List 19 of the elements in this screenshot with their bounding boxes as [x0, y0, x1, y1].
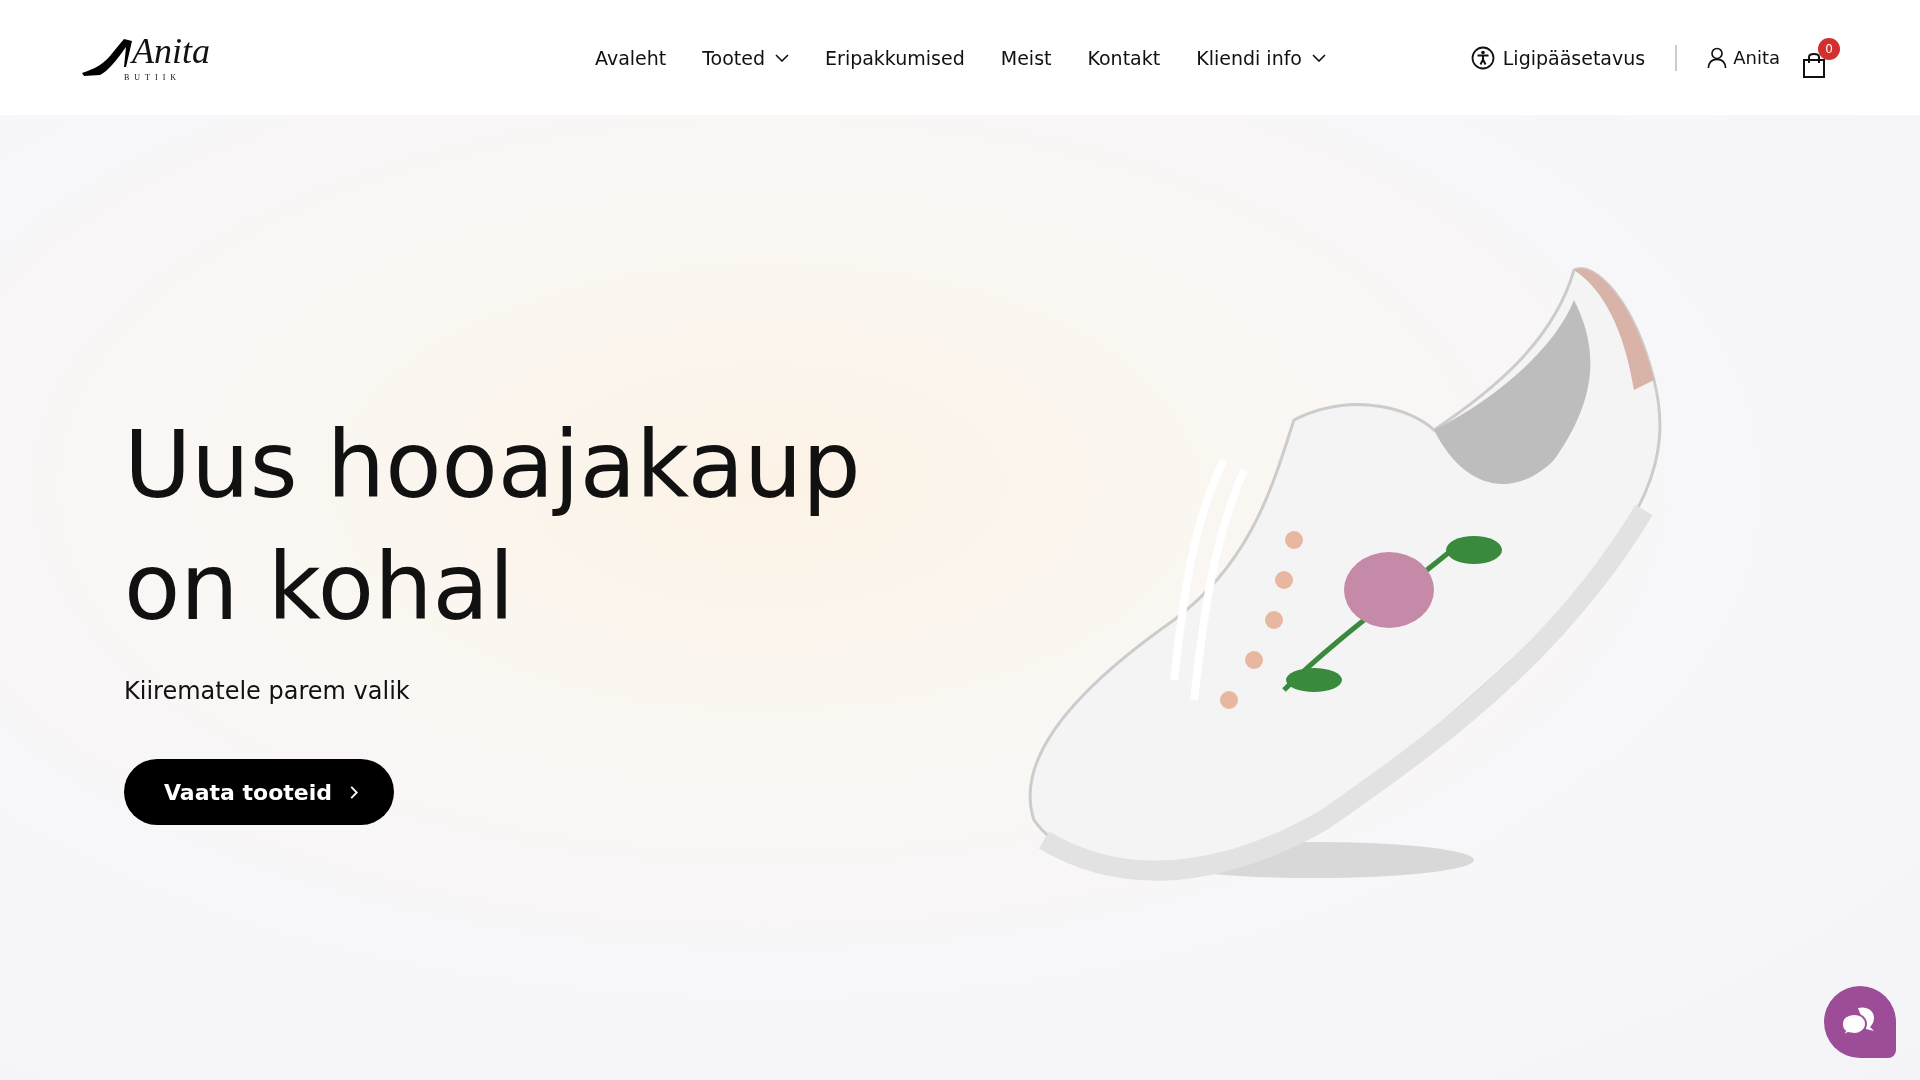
- nav-link[interactable]: Tooted: [702, 46, 790, 69]
- shopping-bag-icon: [1802, 51, 1826, 78]
- chevron-right-icon: [350, 785, 358, 799]
- cart-count-badge: 0: [1818, 37, 1840, 60]
- nav-link[interactable]: Kontakt: [1087, 46, 1161, 69]
- nav-link[interactable]: Eripakkumised: [825, 46, 965, 69]
- nav-link[interactable]: Kliendi info: [1196, 46, 1326, 69]
- accessibility-icon: [1470, 45, 1495, 70]
- accessibility-link[interactable]: Ligipääsetavus: [1470, 45, 1646, 70]
- account-link[interactable]: Anita: [1707, 46, 1780, 69]
- hero-heading: on kohal: [124, 533, 515, 643]
- nav-link[interactable]: Avaleht: [595, 46, 667, 69]
- view-products-button[interactable]: Vaata tooteid: [124, 759, 394, 825]
- user-icon: [1707, 46, 1728, 69]
- hero-subtitle: Kiirematele parem valik: [124, 677, 411, 705]
- nav-link[interactable]: Meist: [1000, 46, 1052, 69]
- cart-button[interactable]: 0: [1802, 37, 1840, 78]
- brand-logo[interactable]: Anita BUTIIK: [80, 28, 240, 87]
- hero-heading: Uus hooajakaup: [124, 411, 861, 521]
